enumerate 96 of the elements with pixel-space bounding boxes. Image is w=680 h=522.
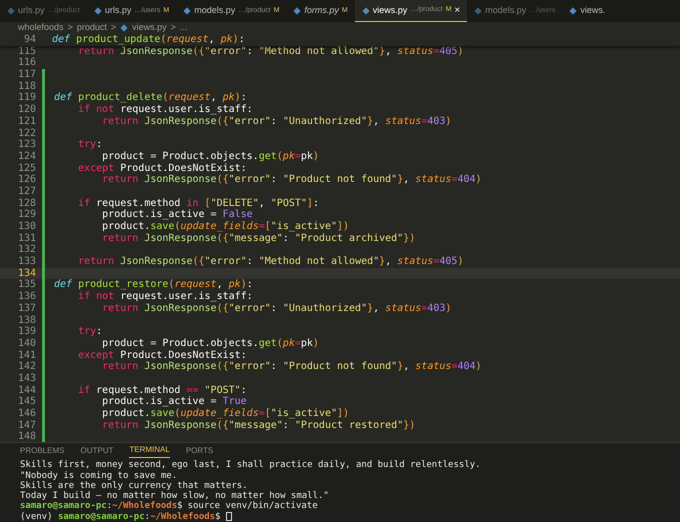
python-file-icon: [94, 7, 102, 15]
panel-tab[interactable]: TERMINAL: [129, 443, 170, 458]
tab-filename: models.py: [485, 4, 526, 18]
line-number: 138: [16, 314, 37, 326]
breadcrumb-item[interactable]: ...: [180, 21, 188, 35]
code-line: try:: [77, 139, 102, 151]
code-line: product.save(update_fields=["is_active"]): [101, 221, 350, 233]
tab-filename: urls.py: [104, 4, 132, 18]
code-line: product.is_active = True: [101, 396, 247, 408]
line-number: 144: [16, 384, 37, 396]
terminal-output: Skills are the only currency that matters.: [20, 480, 249, 491]
code-line: return JsonResponse({"message": "Product restored"}): [101, 420, 416, 432]
python-file-icon: [474, 7, 482, 15]
close-icon[interactable]: ×: [454, 3, 460, 18]
line-number: 141: [16, 350, 37, 362]
terminal-output: "Nobody is coming to save me.: [20, 470, 178, 481]
terminal-prompt: samaro@samaro-pc:~/Wholefoods$: [20, 501, 183, 512]
code-line: except Product.DoesNotExist:: [77, 162, 247, 174]
code-line: return JsonResponse({"message": "Product archived"}): [101, 232, 416, 244]
code-line: return JsonResponse({"error": "Unauthorized"}, status=403): [101, 116, 452, 128]
line-number: 131: [16, 232, 37, 244]
tab-filename: urls.py: [18, 4, 45, 18]
code-line: if not request.user.is_staff:: [77, 291, 253, 303]
line-number: 123: [16, 139, 37, 151]
tab-filename: forms.py: [304, 4, 339, 18]
tab-filename: models.py: [194, 4, 236, 18]
line-number: 146: [16, 408, 37, 420]
line-number: 117: [16, 69, 37, 81]
python-file-icon: [293, 7, 302, 15]
line-number: 137: [16, 302, 37, 315]
breadcrumb-separator: >: [68, 21, 73, 34]
breadcrumb-item[interactable]: product: [76, 21, 107, 35]
code-line: if request.method in ["DELETE", "POST"]:: [77, 198, 319, 209]
python-file-icon: [183, 7, 192, 15]
line-number: 135: [16, 279, 37, 292]
code-line: return JsonResponse({"error": "Method not allowed"}, status=405): [77, 46, 464, 58]
line-number: 139: [16, 326, 37, 338]
python-file-icon: [7, 7, 15, 15]
line-number: 140: [16, 338, 37, 350]
panel-tab[interactable]: PROBLEMS: [20, 443, 64, 458]
terminal-cursor: [226, 512, 232, 522]
code-line: if not request.user.is_staff:: [77, 104, 253, 116]
terminal-command: source venv/bin/activate: [188, 501, 318, 512]
line-number: 142: [16, 361, 37, 373]
python-file-icon: [362, 6, 370, 14]
line-number: 145: [16, 396, 37, 408]
panel-tab[interactable]: PORTS: [186, 443, 214, 458]
code-line: def product_restore(request, pk):: [53, 279, 253, 291]
line-number: 148: [16, 431, 37, 442]
breadcrumb-item[interactable]: views.py: [132, 21, 167, 35]
python-file-icon: [120, 24, 128, 32]
line-number: 147: [16, 420, 37, 432]
code-line: return JsonResponse({"error": "Product not found"}, status=404): [101, 361, 482, 373]
line-number: 136: [16, 291, 37, 303]
line-number: 143: [16, 372, 37, 385]
breadcrumb-separator: >: [110, 21, 116, 34]
line-number: 118: [16, 80, 37, 92]
code-line: return JsonResponse({"error": "Unauthorized"}, status=403): [101, 302, 452, 315]
line-number: 133: [16, 256, 37, 268]
code-line: def product_delete(request, pk):: [53, 92, 247, 104]
panel-tab[interactable]: OUTPUT: [80, 443, 114, 458]
line-number: 94: [22, 34, 37, 46]
tab-filename: views.py: [372, 4, 408, 17]
line-number: 132: [16, 244, 37, 256]
breadcrumb-item[interactable]: wholefoods: [18, 21, 64, 35]
line-number: 116: [16, 57, 37, 70]
code-line: return JsonResponse({"error": "Method not allowed"}, status=405): [77, 256, 464, 268]
code-line: product.save(update_fields=["is_active"]): [101, 408, 350, 420]
terminal-output: Today I build — no matter how slow, no matter how small.": [20, 491, 330, 502]
code-line: except Product.DoesNotExist:: [77, 350, 247, 361]
code-line: product = Product.objects.get(pk=pk): [101, 150, 319, 163]
breadcrumb-separator: >: [170, 21, 176, 34]
line-number: 121: [16, 116, 37, 128]
terminal-output: Skills first, money second, ego last, I shall practice daily, and build relentlessly.: [20, 460, 482, 471]
line-number: 122: [16, 128, 37, 140]
code-line: if request.method == "POST":: [77, 384, 247, 396]
editor-tab[interactable]: views.: [562, 0, 612, 22]
code-line: return JsonResponse({"error": "Product not found"}, status=404): [101, 174, 482, 186]
line-number: 134: [16, 268, 37, 280]
python-file-icon: [569, 7, 578, 15]
code-line: try:: [77, 326, 102, 338]
line-number: 125: [16, 162, 37, 174]
line-number: 126: [16, 174, 37, 186]
line-number: 124: [16, 150, 37, 163]
line-number: 115: [16, 46, 37, 58]
code-line: def product_update(request, pk):: [51, 34, 245, 46]
line-number: 120: [16, 104, 37, 116]
code-line: product.is_active = False: [101, 209, 253, 221]
line-number: 127: [16, 186, 37, 198]
tab-filename: views.: [580, 4, 606, 18]
terminal-prompt: (venv) samaro@samaro-pc:~/Wholefoods$: [20, 512, 221, 522]
line-number: 129: [16, 209, 37, 222]
line-number: 130: [16, 221, 37, 233]
line-number: 128: [16, 198, 37, 210]
code-line: product = Product.objects.get(pk=pk): [101, 338, 319, 350]
line-number: 119: [16, 92, 37, 104]
